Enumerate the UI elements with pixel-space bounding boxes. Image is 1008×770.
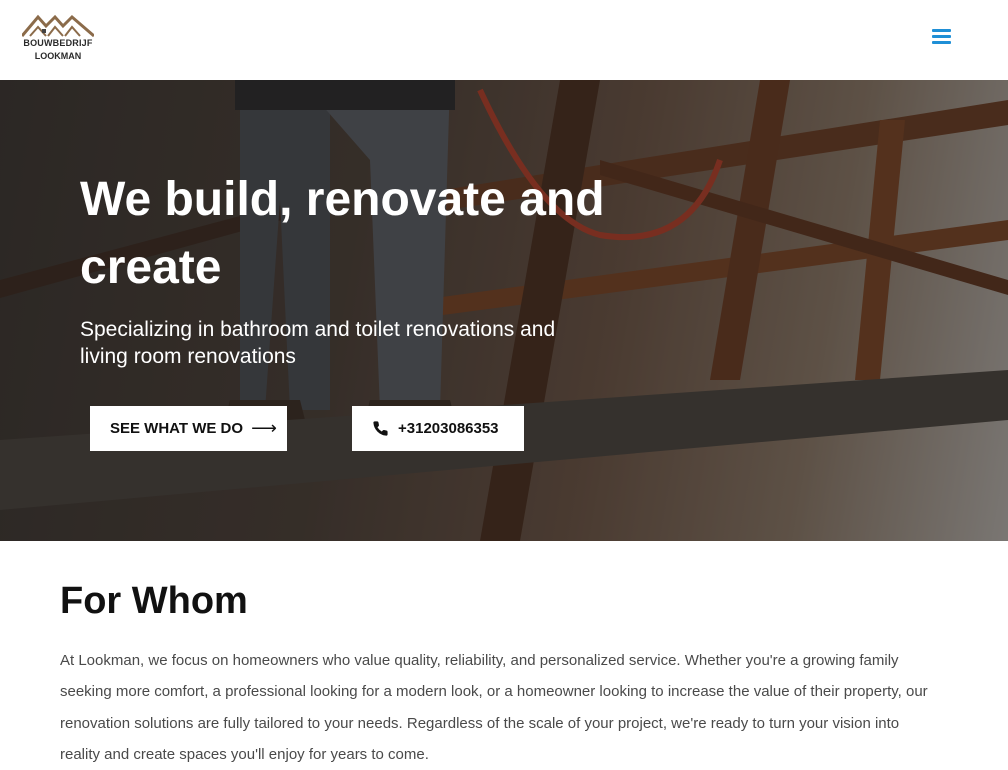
hero-subtitle: Specializing in bathroom and toilet reno… [80,318,556,368]
logo-text-line2: LOOKMAN [34,51,82,61]
hero-title: We build, renovate and create [80,173,605,294]
see-what-we-do-button[interactable]: SEE WHAT WE DO ⟶ [90,406,287,451]
site-header: BOUWBEDRIJF LOOKMAN [0,0,1008,80]
logo[interactable]: BOUWBEDRIJF LOOKMAN [16,14,100,64]
see-what-we-do-label: SEE WHAT WE DO [110,420,244,437]
hero-overlay [0,80,1008,541]
section-paragraph: At Lookman, we focus on homeowners who v… [60,652,928,763]
phone-button[interactable]: +31203086353 [352,406,524,451]
arrow-right-icon: ⟶ [251,418,277,438]
logo-text-line1: BOUWBEDRIJF [23,38,93,48]
hero-section: We build, renovate and create Specializi… [0,80,1008,541]
phone-icon [373,421,388,436]
hamburger-menu-icon[interactable] [928,24,954,48]
section-title: For Whom [60,580,248,622]
roof-logo-icon [22,14,94,38]
phone-number-label: +31203086353 [398,420,499,437]
